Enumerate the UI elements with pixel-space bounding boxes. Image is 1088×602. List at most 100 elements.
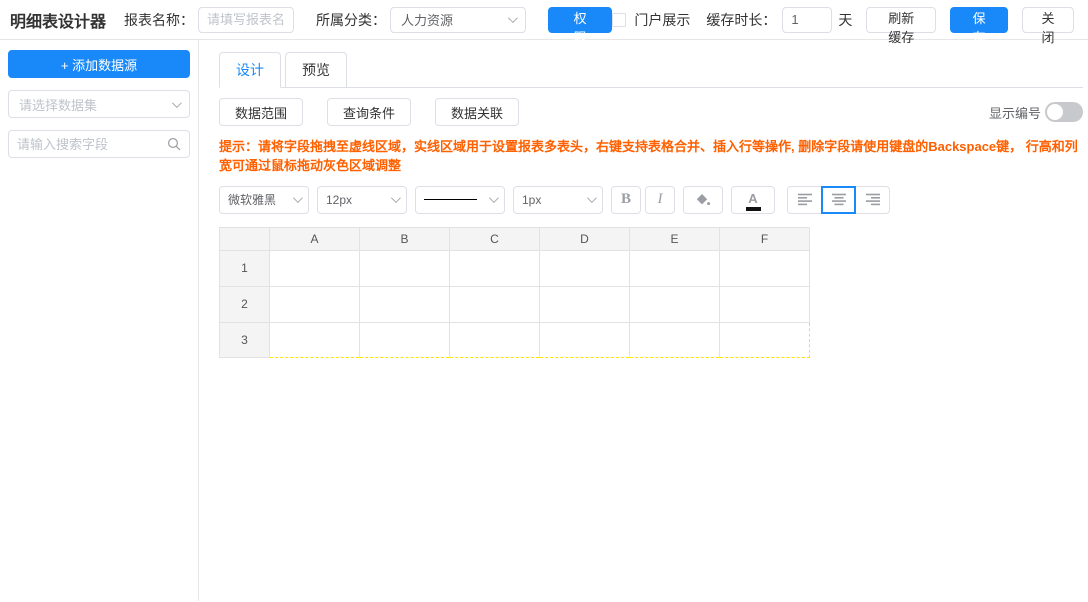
grid-cell[interactable]: [360, 250, 450, 286]
dataset-select-placeholder: 请选择数据集: [19, 95, 164, 114]
grid-cell[interactable]: [720, 286, 810, 322]
show-number-label: 显示编号: [989, 103, 1041, 122]
align-right-button[interactable]: [855, 186, 890, 214]
fill-color-button[interactable]: [683, 186, 723, 214]
font-family-select[interactable]: 微软雅黑: [219, 186, 309, 214]
save-button[interactable]: 保存: [950, 7, 1008, 33]
chevron-down-icon: [293, 193, 303, 203]
grid-corner-cell[interactable]: [220, 227, 270, 250]
grid-cell[interactable]: [540, 286, 630, 322]
drag-hint-text: 提示：请将字段拖拽至虚线区域，实线区域用于设置报表多表头，右键支持表格合并、插入…: [219, 138, 1083, 176]
grid-dropzone-cell[interactable]: [270, 322, 360, 357]
report-name-label: 报表名称：: [124, 10, 194, 30]
grid-dropzone-cell[interactable]: [540, 322, 630, 357]
grid-cell[interactable]: [450, 286, 540, 322]
show-number-toggle[interactable]: [1045, 102, 1083, 122]
fill-color-icon: [695, 193, 711, 207]
grid-row-2: 2: [220, 286, 810, 322]
grid-row-header-3[interactable]: 3: [220, 322, 270, 357]
cache-duration-label: 缓存时长：: [706, 10, 776, 30]
font-color-button[interactable]: A: [731, 186, 775, 214]
grid-col-header-b[interactable]: B: [360, 227, 450, 250]
add-datasource-button[interactable]: + 添加数据源: [8, 50, 190, 78]
grid-dropzone-cell[interactable]: [450, 322, 540, 357]
format-toolbar: 微软雅黑 12px 1px B I: [219, 186, 1083, 214]
font-family-value: 微软雅黑: [228, 191, 285, 208]
border-width-value: 1px: [522, 193, 579, 207]
search-icon: [167, 137, 181, 151]
bold-icon: B: [621, 191, 631, 208]
chevron-down-icon: [391, 193, 401, 203]
field-search-box[interactable]: [8, 130, 190, 158]
align-center-icon: [831, 193, 847, 206]
portal-display-checkbox[interactable]: [612, 13, 626, 27]
bold-button[interactable]: B: [611, 186, 641, 214]
report-name-input[interactable]: [198, 7, 294, 33]
border-width-select[interactable]: 1px: [513, 186, 603, 214]
align-left-button[interactable]: [787, 186, 822, 214]
grid-cell[interactable]: [360, 286, 450, 322]
cache-duration-input[interactable]: [782, 7, 832, 33]
actions-row: 数据范围 查询条件 数据关联 显示编号: [219, 98, 1083, 126]
grid-col-header-f[interactable]: F: [720, 227, 810, 250]
grid-cell[interactable]: [540, 250, 630, 286]
grid-row-1: 1: [220, 250, 810, 286]
category-select[interactable]: 人力资源: [390, 7, 526, 33]
category-label: 所属分类：: [316, 10, 386, 30]
add-datasource-label: 添加数据源: [72, 58, 137, 73]
grid-dropzone-cell[interactable]: [360, 322, 450, 357]
datasource-sidebar: + 添加数据源 请选择数据集: [0, 40, 199, 601]
portal-display-label: 门户展示: [634, 10, 690, 30]
view-tabbar: 设计 预览: [219, 52, 1083, 88]
grid-cell[interactable]: [450, 250, 540, 286]
permission-button[interactable]: 权限: [548, 7, 612, 33]
dataset-select[interactable]: 请选择数据集: [8, 90, 190, 118]
close-button[interactable]: 关闭: [1022, 7, 1074, 33]
cache-unit-label: 天: [838, 10, 852, 30]
grid-row-header-2[interactable]: 2: [220, 286, 270, 322]
query-condition-button[interactable]: 查询条件: [327, 98, 411, 126]
grid-cell[interactable]: [630, 250, 720, 286]
design-main: 设计 预览 数据范围 查询条件 数据关联 显示编号 提示：请将字段拖拽至虚线区域…: [199, 40, 1088, 601]
font-size-select[interactable]: 12px: [317, 186, 407, 214]
align-right-icon: [865, 193, 881, 206]
grid-cell[interactable]: [630, 286, 720, 322]
grid-col-header-d[interactable]: D: [540, 227, 630, 250]
grid-row-header-1[interactable]: 1: [220, 250, 270, 286]
border-style-select[interactable]: [415, 186, 505, 214]
tab-preview[interactable]: 预览: [285, 52, 347, 88]
plus-icon: +: [61, 58, 69, 73]
border-style-preview: [424, 199, 477, 200]
grid-col-header-a[interactable]: A: [270, 227, 360, 250]
alignment-group: [787, 186, 890, 214]
refresh-cache-button[interactable]: 刷新缓存: [866, 7, 936, 33]
grid-col-header-e[interactable]: E: [630, 227, 720, 250]
grid-dropzone-cell[interactable]: [720, 322, 810, 357]
grid-cell[interactable]: [720, 250, 810, 286]
data-relation-button[interactable]: 数据关联: [435, 98, 519, 126]
chevron-down-icon: [172, 98, 182, 108]
font-color-icon: A: [748, 192, 757, 205]
grid-dropzone-cell[interactable]: [630, 322, 720, 357]
font-color-swatch: [746, 207, 761, 211]
align-center-button[interactable]: [821, 186, 856, 214]
chevron-down-icon: [489, 193, 499, 203]
design-grid: A B C D E F 1 2: [219, 227, 810, 358]
italic-button[interactable]: I: [645, 186, 675, 214]
grid-col-header-c[interactable]: C: [450, 227, 540, 250]
font-size-value: 12px: [326, 193, 383, 207]
top-header: 明细表设计器 报表名称： 所属分类： 人力资源 权限 门户展示 缓存时长： 天 …: [0, 0, 1088, 40]
grid-cell[interactable]: [270, 286, 360, 322]
category-select-value: 人力资源: [401, 10, 500, 29]
data-range-button[interactable]: 数据范围: [219, 98, 303, 126]
toggle-knob: [1047, 104, 1063, 120]
italic-icon: I: [658, 191, 663, 208]
grid-cell[interactable]: [270, 250, 360, 286]
app-title: 明细表设计器: [10, 8, 106, 32]
header-right-group: 门户展示 缓存时长： 天 刷新缓存 保存 关闭: [612, 7, 1074, 33]
chevron-down-icon: [508, 13, 518, 23]
field-search-input[interactable]: [17, 137, 167, 152]
tab-design[interactable]: 设计: [219, 52, 281, 88]
align-left-icon: [797, 193, 813, 206]
chevron-down-icon: [587, 193, 597, 203]
